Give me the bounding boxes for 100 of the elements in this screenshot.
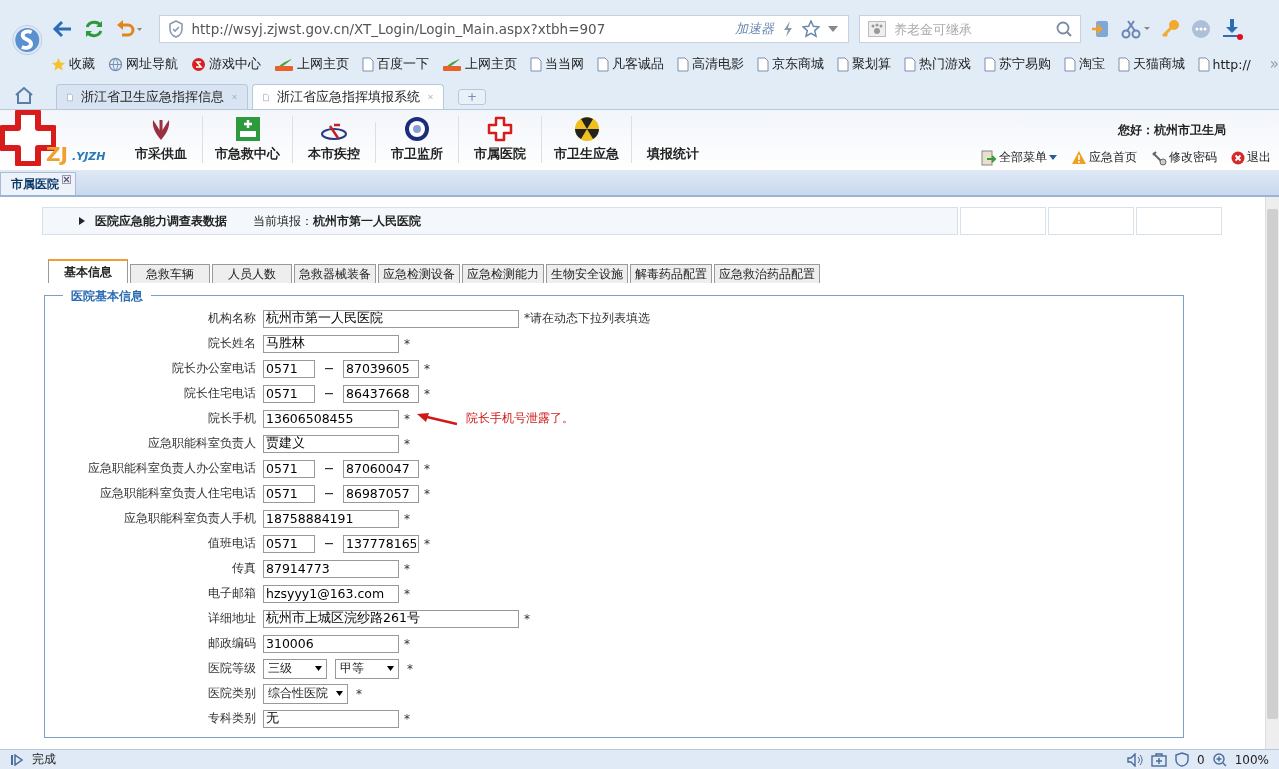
caret-icon bbox=[387, 666, 394, 671]
toolbar-link[interactable]: 退出 bbox=[1231, 149, 1271, 166]
bookmark-link[interactable]: 上网主页 bbox=[273, 55, 349, 73]
input-field[interactable]: hzsyyy1@163.com bbox=[263, 584, 399, 603]
download-icon[interactable] bbox=[1220, 18, 1243, 40]
input-field[interactable]: 杭州市第一人民医院 bbox=[263, 309, 519, 328]
sidebar-icon[interactable] bbox=[1090, 19, 1111, 39]
area-code-field[interactable]: 0571 bbox=[263, 459, 315, 478]
site-logo: ZJ .YJZH bbox=[0, 110, 120, 170]
blocked-count: 0 bbox=[1197, 752, 1205, 767]
form-tab[interactable]: 生物安全设施 bbox=[546, 264, 628, 283]
nav-item[interactable]: 市属医院 bbox=[459, 116, 542, 163]
bookmark-link[interactable]: 收藏 bbox=[50, 55, 95, 73]
zoom-level[interactable]: 100% bbox=[1234, 752, 1269, 767]
bookmark-link[interactable]: 高清电影 bbox=[676, 55, 744, 73]
bookmark-link[interactable]: 热门游戏 bbox=[903, 55, 971, 73]
scissors-icon[interactable] bbox=[1120, 19, 1151, 39]
radiation-icon bbox=[573, 116, 600, 142]
area-code-field[interactable]: 0571 bbox=[263, 359, 315, 378]
bookmark-link[interactable]: 上网主页 bbox=[441, 55, 517, 73]
nav-item[interactable]: 市卫监所 bbox=[376, 116, 459, 163]
form-tab[interactable]: 应急救治药品配置 bbox=[714, 264, 820, 283]
page-icon bbox=[1063, 56, 1076, 72]
bookmark-link[interactable]: 网址导航 bbox=[107, 55, 178, 73]
area-code-field[interactable]: 0571 bbox=[263, 534, 315, 553]
bookmark-link[interactable]: 苏宁易购 bbox=[983, 55, 1051, 73]
star-icon[interactable] bbox=[801, 20, 820, 38]
form-tab[interactable]: 应急检测设备 bbox=[378, 264, 460, 283]
scrollbar[interactable] bbox=[1265, 197, 1279, 749]
input-field[interactable]: 马胜林 bbox=[263, 334, 399, 353]
field-label: 详细地址 bbox=[207, 610, 256, 627]
close-icon[interactable] bbox=[62, 175, 71, 184]
greeting-text: 您好：杭州市卫生局 bbox=[1118, 122, 1226, 139]
bookmark-link[interactable]: 当当网 bbox=[529, 55, 584, 73]
input-field[interactable]: 贾建义 bbox=[263, 434, 399, 453]
caret-icon bbox=[1049, 155, 1057, 160]
game-icon bbox=[190, 56, 206, 72]
page-tab[interactable]: 市属医院 bbox=[0, 172, 76, 195]
field-note: * bbox=[424, 536, 430, 551]
input-field[interactable]: 310006 bbox=[263, 634, 399, 653]
toolbar-link[interactable]: 修改密码 bbox=[1151, 149, 1217, 166]
select-dropdown[interactable]: 三级 bbox=[263, 658, 327, 679]
field-label: 值班电话 bbox=[207, 535, 256, 552]
more-icon[interactable] bbox=[1190, 19, 1211, 39]
form-tab[interactable]: 基本信息 bbox=[48, 259, 128, 283]
bookmark-link[interactable]: 淘宝 bbox=[1063, 55, 1105, 73]
input-field[interactable]: 18758884191 bbox=[263, 509, 399, 528]
field-note: * bbox=[404, 711, 410, 726]
form-tab[interactable]: 应急检测能力 bbox=[462, 264, 544, 283]
search-icon[interactable] bbox=[1055, 21, 1072, 37]
sidebar-toggle-icon[interactable] bbox=[10, 753, 24, 766]
phone-number-field[interactable]: 137778165 bbox=[343, 534, 419, 553]
bookmark-link[interactable]: 百度一下 bbox=[361, 55, 429, 73]
input-field[interactable]: 87914773 bbox=[263, 559, 399, 578]
bookmark-link[interactable]: 游戏中心 bbox=[190, 55, 261, 73]
nav-item[interactable]: 市采供血 bbox=[120, 116, 203, 163]
page-icon bbox=[596, 56, 609, 72]
phone-number-field[interactable]: 86437668 bbox=[343, 384, 419, 403]
input-field[interactable]: 杭州市上城区浣纱路261号 bbox=[263, 609, 519, 628]
form-tab[interactable]: 人员人数 bbox=[212, 264, 292, 283]
select-dropdown[interactable]: 甲等 bbox=[335, 658, 399, 679]
input-field[interactable]: 13606508455 bbox=[263, 409, 399, 428]
field-note: * bbox=[524, 611, 530, 626]
browser-tab[interactable]: 浙江省应急指挥填报系统 bbox=[252, 84, 444, 109]
nav-item[interactable]: 本市疾控 bbox=[293, 122, 376, 163]
bookmark-link[interactable]: 京东商城 bbox=[756, 55, 824, 73]
area-code-field[interactable]: 0571 bbox=[263, 484, 315, 503]
phone-number-field[interactable]: 87039605 bbox=[343, 359, 419, 378]
browser-tab[interactable]: 浙江省卫生应急指挥信息 bbox=[56, 84, 248, 109]
search-box[interactable]: 养老金可继承 bbox=[858, 15, 1081, 43]
form-tab[interactable]: 解毒药品配置 bbox=[630, 264, 712, 283]
page-icon bbox=[529, 56, 542, 72]
page-icon bbox=[1197, 56, 1210, 72]
lightning-icon[interactable] bbox=[781, 20, 794, 38]
phone-number-field[interactable]: 87060047 bbox=[343, 459, 419, 478]
nav-item[interactable]: 填报统计 bbox=[632, 146, 714, 163]
area-code-field[interactable]: 0571 bbox=[263, 384, 315, 403]
bookmark-link[interactable]: 天猫商城 bbox=[1117, 55, 1185, 73]
home-icon[interactable] bbox=[14, 86, 34, 104]
bookmark-link[interactable]: 凡客诚品 bbox=[596, 55, 664, 73]
dropdown-icon[interactable] bbox=[827, 26, 838, 32]
form-tab[interactable]: 急救器械装备 bbox=[294, 264, 376, 283]
medkit-icon[interactable] bbox=[1151, 752, 1168, 767]
field-note: * bbox=[404, 511, 410, 526]
bookmark-link[interactable]: http:// bbox=[1197, 56, 1251, 72]
shield-icon[interactable] bbox=[1175, 752, 1190, 767]
address-bar[interactable]: http://wsyj.zjwst.gov.cn/XT_Login/Login_Main.aspx?xtbh=907 加速器 bbox=[158, 15, 849, 43]
bookmark-link[interactable]: 聚划算 bbox=[836, 55, 891, 73]
speaker-icon[interactable] bbox=[1127, 752, 1144, 767]
dash-icon bbox=[325, 467, 333, 470]
input-field[interactable]: 无 bbox=[263, 709, 399, 728]
nav-item[interactable]: 市卫生应急 bbox=[542, 116, 632, 163]
toolbar-link[interactable]: 全部菜单 bbox=[981, 149, 1057, 166]
back-icon[interactable] bbox=[50, 19, 73, 39]
select-dropdown[interactable]: 综合性医院 bbox=[263, 683, 348, 704]
phone-number-field[interactable]: 86987057 bbox=[343, 484, 419, 503]
form-tab[interactable]: 急救车辆 bbox=[130, 264, 210, 283]
zoom-icon[interactable] bbox=[1212, 752, 1227, 767]
nav-item[interactable]: 市急救中心 bbox=[203, 116, 293, 163]
toolbar-link[interactable]: 应急首页 bbox=[1071, 149, 1137, 166]
